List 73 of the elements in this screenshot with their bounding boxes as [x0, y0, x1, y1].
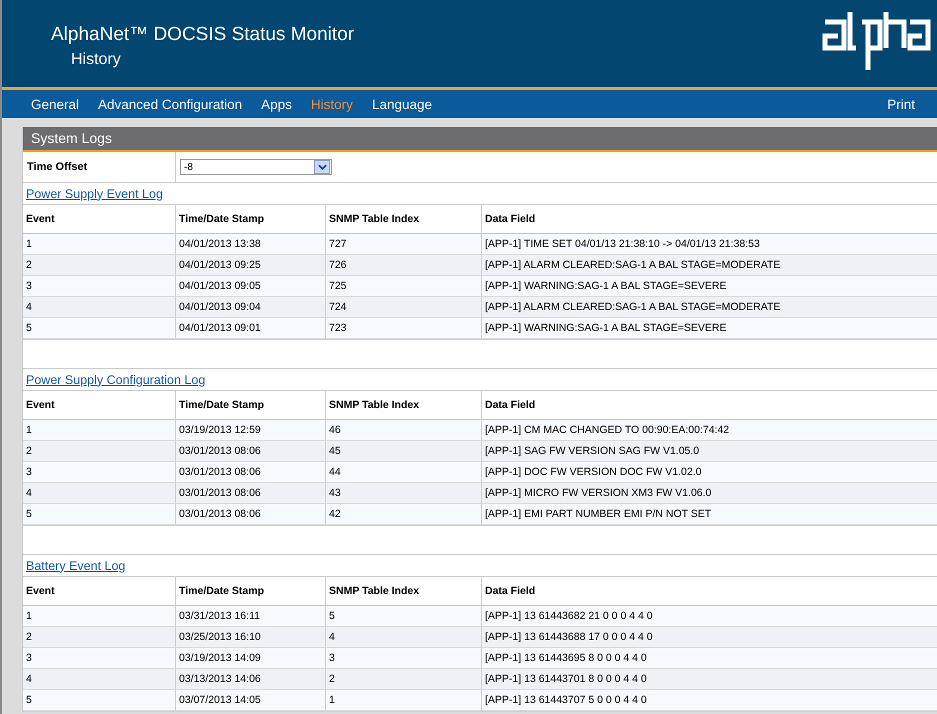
log-title-link[interactable]: Power Supply Configuration Log [26, 372, 206, 386]
table-cell: 726 [326, 255, 482, 276]
table-cell: 43 [326, 483, 482, 504]
table-cell: 04/01/2013 09:01 [176, 318, 326, 339]
table-cell: [APP-1] TIME SET 04/01/13 21:38:10 -> 04/01/13 21:38:53 [482, 234, 937, 255]
table-cell: 45 [326, 441, 482, 462]
table-cell: 04/01/2013 13:38 [176, 234, 326, 255]
table-cell: 03/01/2013 08:06 [176, 441, 326, 462]
table-cell: 03/01/2013 08:06 [176, 504, 326, 525]
nav-tab[interactable]: General [31, 96, 80, 112]
table-cell: 5 [326, 606, 482, 627]
table-cell: 04/01/2013 09:04 [176, 297, 326, 318]
table-cell: 725 [326, 276, 482, 297]
table-cell: 04/01/2013 09:05 [176, 276, 326, 297]
time-offset-dropdown[interactable]: -8 [180, 159, 332, 175]
table-cell: 1 [23, 606, 176, 627]
table-cell: [APP-1] 13 61443682 21 0 0 0 4 4 0 [482, 606, 937, 627]
table-cell: [APP-1] 13 61443688 17 0 0 0 4 4 0 [482, 627, 937, 648]
table-cell: 44 [326, 462, 482, 483]
table-cell: 4 [23, 669, 176, 690]
table-cell: 03/01/2013 08:06 [176, 462, 326, 483]
table-cell: 3 [23, 276, 176, 297]
log-title-link[interactable]: Power Supply Event Log [26, 186, 163, 200]
app-title: AlphaNet™ DOCSIS Status Monitor [51, 24, 354, 46]
table-cell: 5 [23, 504, 176, 525]
table-cell: [APP-1] CM MAC CHANGED TO 00:90:EA:00:74:42 [482, 420, 937, 441]
field-label: Time Offset [27, 161, 88, 173]
table-cell: 3 [23, 462, 176, 483]
table-cell: [APP-1] MICRO FW VERSION XM3 FW V1.06.0 [482, 483, 937, 504]
table-cell: [APP-1] WARNING:SAG-1 A BAL STAGE=SEVERE [482, 318, 937, 339]
table-cell: 42 [326, 504, 482, 525]
table-cell: [APP-1] 13 61443695 8 0 0 0 4 4 0 [482, 648, 937, 669]
table-cell: 46 [326, 420, 482, 441]
table-cell: 2 [326, 669, 482, 690]
nav-tab[interactable]: Language [372, 96, 432, 112]
nav-tab[interactable]: Advanced Configuration [98, 96, 242, 112]
table-cell: 4 [23, 483, 176, 504]
table-cell: 724 [326, 297, 482, 318]
table-cell: 03/01/2013 08:06 [176, 483, 326, 504]
table-cell: 2 [23, 627, 176, 648]
table-cell: 03/07/2013 14:05 [176, 690, 326, 711]
table-cell: 1 [23, 420, 176, 441]
page-subtitle: History [70, 50, 122, 69]
table-cell: 3 [326, 648, 482, 669]
table-cell: 03/19/2013 14:09 [176, 648, 326, 669]
table-cell: 03/19/2013 12:59 [176, 420, 326, 441]
table-cell: [APP-1] DOC FW VERSION DOC FW V1.02.0 [482, 462, 937, 483]
log-title-link[interactable]: Battery Event Log [26, 558, 126, 572]
nav-tab[interactable]: Apps [261, 96, 292, 112]
table-cell: 3 [23, 648, 176, 669]
table-cell: 1 [23, 234, 176, 255]
table-cell: 04/01/2013 09:25 [176, 255, 326, 276]
table-cell: [APP-1] EMI PART NUMBER EMI P/N NOT SET [482, 504, 937, 525]
table-cell: 4 [326, 627, 482, 648]
table-cell: 1 [326, 690, 482, 711]
panel-title-bar: System Logs [23, 127, 937, 152]
table-cell: [APP-1] ALARM CLEARED:SAG-1 A BAL STAGE=MODERATE [482, 297, 937, 318]
table-cell: [APP-1] 13 61443707 5 0 0 0 4 4 0 [482, 690, 937, 711]
table-cell: 5 [23, 690, 176, 711]
table-cell: 03/13/2013 14:06 [176, 669, 326, 690]
table-cell: 03/25/2013 16:10 [176, 627, 326, 648]
table-cell: 723 [326, 318, 482, 339]
table-cell: 03/31/2013 16:11 [176, 606, 326, 627]
print-link[interactable]: Print [887, 96, 915, 112]
table-cell: 2 [23, 255, 176, 276]
table-cell: [APP-1] 13 61443701 8 0 0 0 4 4 0 [482, 669, 937, 690]
table-cell: 5 [23, 318, 176, 339]
table-cell: 727 [326, 234, 482, 255]
table-cell: 4 [23, 297, 176, 318]
table-cell: [APP-1] ALARM CLEARED:SAG-1 A BAL STAGE=MODERATE [482, 255, 937, 276]
table-cell: [APP-1] SAG FW VERSION SAG FW V1.05.0 [482, 441, 937, 462]
table-cell: 2 [23, 441, 176, 462]
table-cell: [APP-1] WARNING:SAG-1 A BAL STAGE=SEVERE [482, 276, 937, 297]
